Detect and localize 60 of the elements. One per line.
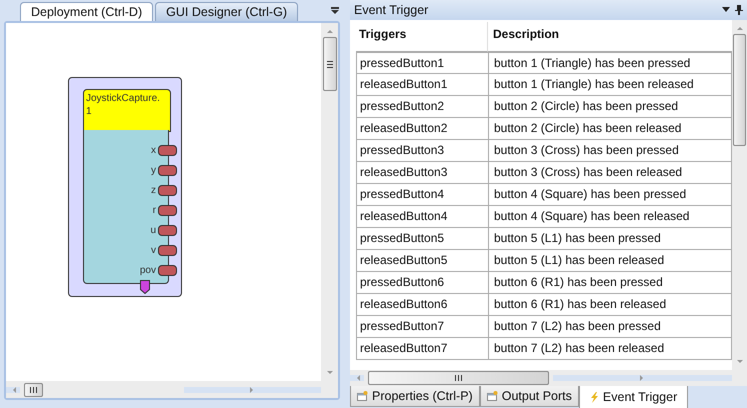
tab[interactable]: Deployment (Ctrl-D) bbox=[20, 2, 154, 21]
table-cell: releasedButton4 bbox=[356, 206, 488, 228]
port-label: y bbox=[151, 165, 156, 176]
table-cell: pressedButton6 bbox=[356, 272, 488, 294]
output-port[interactable] bbox=[158, 205, 177, 216]
table-cell: button 4 (Square) has been pressed bbox=[488, 184, 732, 206]
table-cell: button 6 (R1) has been released bbox=[488, 294, 732, 316]
table-cell: button 4 (Square) has been released bbox=[488, 206, 732, 228]
output-port[interactable] bbox=[158, 245, 177, 256]
table-cell: releasedButton5 bbox=[356, 250, 488, 272]
output-port[interactable] bbox=[158, 185, 177, 196]
component-title: JoystickCapture. 1 bbox=[83, 89, 171, 132]
vertical-scrollbar[interactable] bbox=[321, 23, 338, 381]
table-cell: button 2 (Circle) has been pressed bbox=[488, 96, 732, 118]
table-cell: releasedButton7 bbox=[356, 338, 488, 360]
table-cell: releasedButton3 bbox=[356, 162, 488, 184]
port-label: v bbox=[151, 245, 156, 256]
table-cell: button 5 (L1) has been released bbox=[488, 250, 732, 272]
output-port[interactable] bbox=[158, 265, 177, 276]
window-icon bbox=[357, 391, 368, 401]
tab[interactable]: GUI Designer (Ctrl-G) bbox=[155, 2, 298, 21]
table-cell: button 1 (Triangle) has been pressed bbox=[488, 52, 732, 74]
dropdown-icon[interactable] bbox=[722, 7, 730, 13]
table-cell: button 7 (L2) has been released bbox=[488, 338, 732, 360]
input-port[interactable] bbox=[140, 280, 150, 294]
tab[interactable]: Properties (Ctrl-P) bbox=[350, 386, 480, 407]
table-cell: pressedButton7 bbox=[356, 316, 488, 338]
table-cell: releasedButton6 bbox=[356, 294, 488, 316]
vertical-scrollbar[interactable] bbox=[732, 20, 747, 370]
port-label: r bbox=[152, 205, 156, 216]
table-cell: button 3 (Cross) has been released bbox=[488, 162, 732, 184]
tab[interactable]: Output Ports bbox=[480, 386, 579, 407]
table-cell: pressedButton3 bbox=[356, 140, 488, 162]
tab[interactable]: Event Trigger bbox=[578, 386, 688, 408]
port-label: x bbox=[151, 145, 156, 156]
component-block[interactable]: JoystickCapture. 1 x y z r u v pov bbox=[68, 77, 182, 297]
panel-title: Event Trigger bbox=[354, 3, 428, 17]
output-port[interactable] bbox=[158, 165, 177, 176]
menu-icon[interactable] bbox=[330, 7, 340, 15]
table-cell: button 6 (R1) has been pressed bbox=[488, 272, 732, 294]
table-cell: button 2 (Circle) has been released bbox=[488, 118, 732, 140]
table-cell: button 1 (Triangle) has been released bbox=[488, 74, 732, 96]
table-cell: button 5 (L1) has been pressed bbox=[488, 228, 732, 250]
port-label: u bbox=[150, 225, 156, 236]
port-label: pov bbox=[140, 265, 156, 276]
table-cell: releasedButton1 bbox=[356, 74, 488, 96]
table-cell: button 7 (L2) has been pressed bbox=[488, 316, 732, 338]
lightning-icon bbox=[590, 392, 599, 402]
output-port[interactable] bbox=[158, 145, 177, 156]
window-icon bbox=[486, 391, 498, 401]
port-label: z bbox=[151, 185, 156, 196]
table-cell: pressedButton1 bbox=[356, 52, 488, 74]
table-cell: button 3 (Cross) has been pressed bbox=[488, 140, 732, 162]
table-cell: releasedButton2 bbox=[356, 118, 488, 140]
table-cell: pressedButton4 bbox=[356, 184, 488, 206]
column-header[interactable]: Triggers bbox=[356, 22, 488, 52]
table-cell: pressedButton5 bbox=[356, 228, 488, 250]
pin-icon[interactable] bbox=[735, 5, 743, 15]
output-port[interactable] bbox=[158, 225, 177, 236]
table-cell: pressedButton2 bbox=[356, 96, 488, 118]
